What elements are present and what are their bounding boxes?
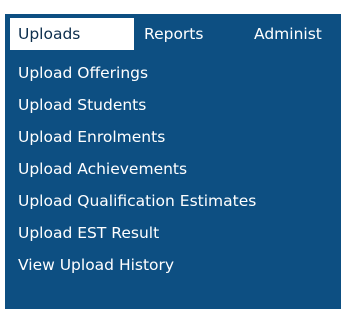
uploads-dropdown-menu: Upload Offerings Upload Students Upload … bbox=[10, 57, 341, 281]
navigation-menu: Uploads Reports Administ Upload Offerings … bbox=[5, 14, 341, 309]
menu-item-upload-students[interactable]: Upload Students bbox=[10, 89, 341, 121]
menu-item-upload-qualification-estimates[interactable]: Upload Qualification Estimates bbox=[10, 185, 341, 217]
menu-item-upload-est-result[interactable]: Upload EST Result bbox=[10, 217, 341, 249]
menubar: Uploads Reports Administ bbox=[10, 18, 341, 50]
menu-item-upload-offerings[interactable]: Upload Offerings bbox=[10, 57, 341, 89]
menu-item-upload-enrolments[interactable]: Upload Enrolments bbox=[10, 121, 341, 153]
menubar-item-reports[interactable]: Reports bbox=[134, 18, 254, 50]
menubar-item-administration[interactable]: Administ bbox=[254, 18, 341, 50]
menubar-item-uploads[interactable]: Uploads bbox=[10, 18, 134, 50]
menu-item-upload-achievements[interactable]: Upload Achievements bbox=[10, 153, 341, 185]
menu-item-view-upload-history[interactable]: View Upload History bbox=[10, 249, 341, 281]
